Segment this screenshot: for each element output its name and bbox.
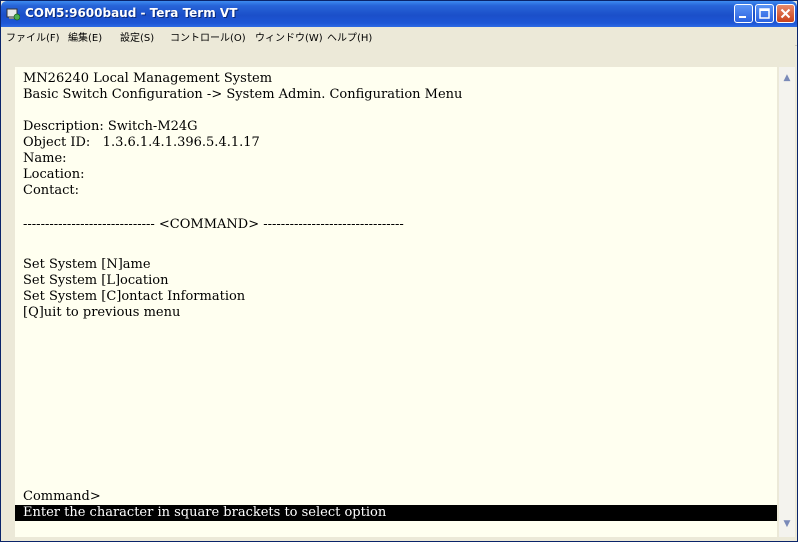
minimize-button[interactable]	[734, 4, 753, 23]
menu-control[interactable]: コントロール(O)	[170, 29, 246, 44]
command-prompt: Command>	[23, 489, 101, 504]
terminal-line: Name:	[23, 151, 67, 166]
terminal-line: Set System [C]ontact Information	[23, 289, 246, 304]
terminal-line: Location:	[23, 167, 85, 182]
menu-bar: ファイル(F) 編集(E) 設定(S) コントロール(O) ウィンドウ(W) ヘ…	[1, 27, 797, 46]
menu-file[interactable]: ファイル(F)	[6, 29, 60, 44]
scroll-down-icon[interactable]: ▼	[779, 517, 795, 531]
menu-edit[interactable]: 編集(E)	[68, 29, 102, 44]
terminal-line: [Q]uit to previous menu	[23, 305, 181, 320]
terminal-line: Contact:	[23, 183, 80, 198]
terminal-screen[interactable]: MN26240 Local Management System Basic Sw…	[15, 67, 777, 537]
close-button[interactable]	[776, 4, 795, 23]
close-icon	[780, 8, 791, 19]
title-bar[interactable]: COM5:9600baud - Tera Term VT	[1, 1, 797, 27]
terminal-line: Set System [L]ocation	[23, 273, 169, 288]
terminal-line: Set System [N]ame	[23, 257, 151, 272]
tera-term-icon	[6, 6, 21, 21]
status-message: Enter the character in square brackets t…	[23, 505, 387, 520]
terminal-line: MN26240 Local Management System	[23, 71, 273, 86]
terminal-line: Description: Switch-M24G	[23, 119, 198, 134]
scroll-up-icon[interactable]: ▲	[779, 71, 795, 85]
menu-help[interactable]: ヘルプ(H)	[327, 29, 372, 44]
window-frame-top	[15, 45, 795, 67]
tera-term-window: COM5:9600baud - Tera Term VT ファイル(F) 編集(…	[0, 0, 798, 542]
terminal-line: Object ID: 1.3.6.1.4.1.396.5.4.1.17	[23, 135, 260, 150]
terminal-line: ------------------------------ <COMMAND>…	[23, 217, 404, 232]
menu-window[interactable]: ウィンドウ(W)	[255, 29, 323, 44]
vertical-scrollbar[interactable]: ▲ ▼	[779, 67, 795, 537]
menu-setup[interactable]: 設定(S)	[120, 29, 154, 44]
status-bar: Enter the character in square brackets t…	[15, 505, 777, 521]
window-title: COM5:9600baud - Tera Term VT	[25, 6, 238, 20]
window-frame	[1, 45, 15, 541]
maximize-button[interactable]	[755, 4, 774, 23]
maximize-icon	[759, 8, 770, 19]
minimize-icon	[739, 16, 746, 18]
terminal-line: Basic Switch Configuration -> System Adm…	[23, 87, 463, 102]
